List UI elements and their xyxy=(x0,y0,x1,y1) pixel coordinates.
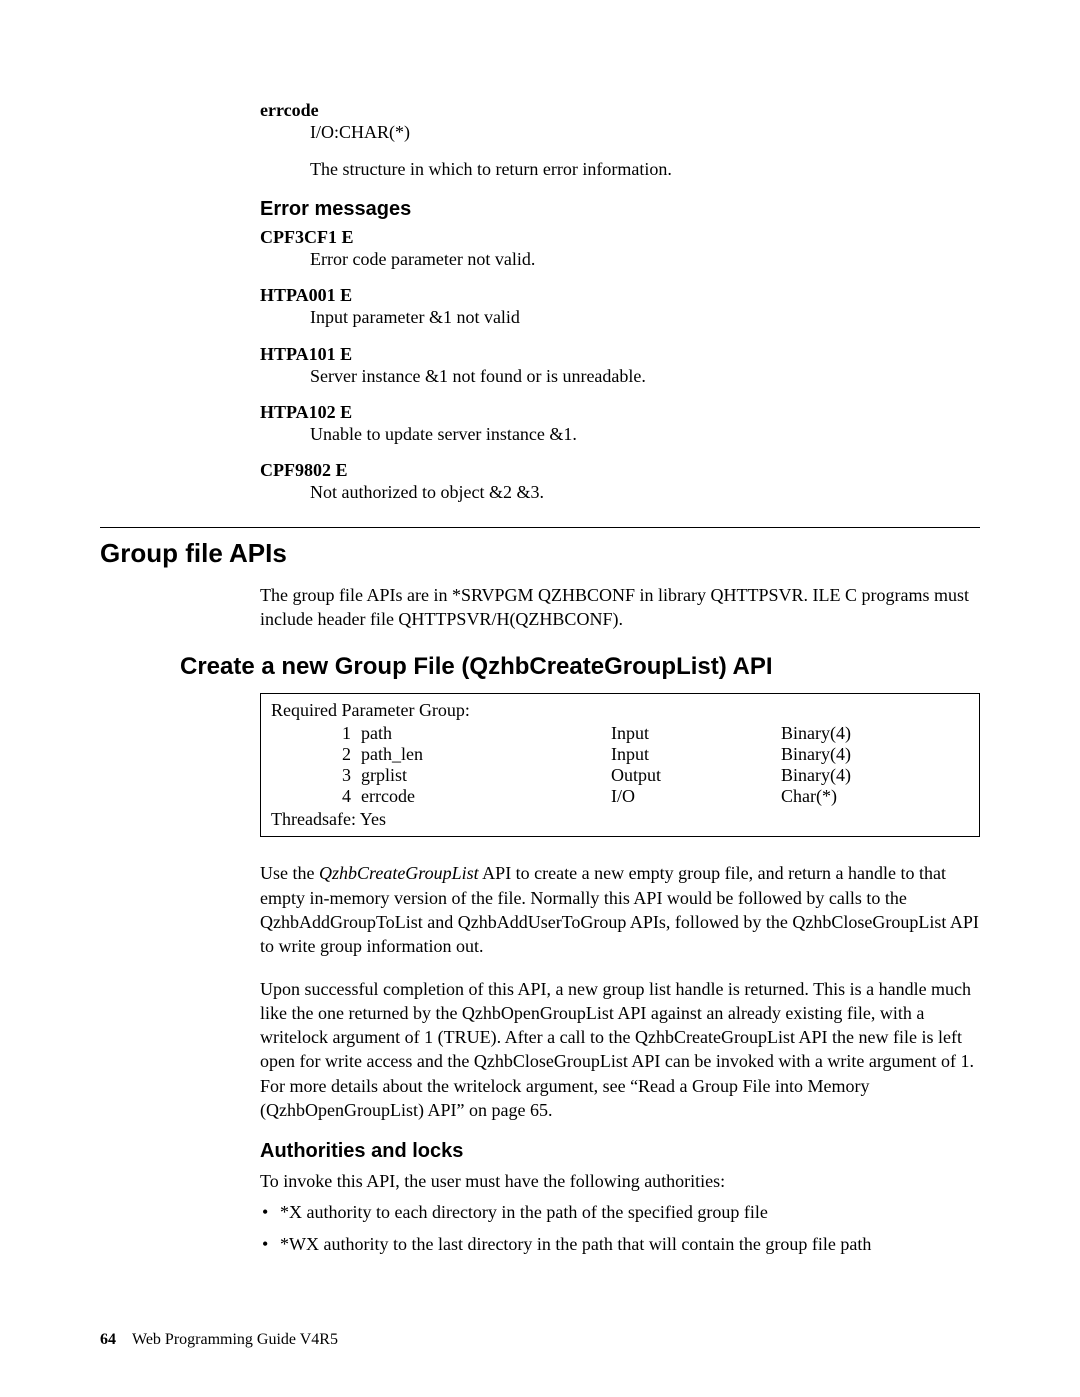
authorities-bullet: *X authority to each directory in the pa… xyxy=(260,1200,980,1224)
param-name: grplist xyxy=(361,765,611,786)
errmsg-code: HTPA101 E xyxy=(260,344,980,365)
error-messages-block: Error messages CPF3CF1 E Error code para… xyxy=(260,198,980,505)
param-io: Input xyxy=(611,744,781,765)
section-rule xyxy=(100,527,980,528)
authorities-list: *X authority to each directory in the pa… xyxy=(260,1200,980,1257)
authorities-heading: Authorities and locks xyxy=(260,1140,980,1163)
errcode-line1: I/O:CHAR(*) xyxy=(310,121,980,144)
create-api-para2: Upon successful completion of this API, … xyxy=(260,977,980,1123)
create-group-file-heading: Create a new Group File (QzhbCreateGroup… xyxy=(180,653,980,681)
param-row: 1 path Input Binary(4) xyxy=(271,723,969,744)
threadsafe-line: Threadsafe: Yes xyxy=(271,809,969,830)
para1-pre: Use the xyxy=(260,863,319,883)
errcode-line2: The structure in which to return error i… xyxy=(310,158,980,181)
error-messages-heading: Error messages xyxy=(260,198,980,221)
param-type: Binary(4) xyxy=(781,765,969,786)
param-num: 4 xyxy=(271,786,361,807)
errmsg-code: CPF9802 E xyxy=(260,460,980,481)
group-file-intro-block: The group file APIs are in *SRVPGM QZHBC… xyxy=(260,583,980,632)
create-api-para1: Use the QzhbCreateGroupList API to creat… xyxy=(260,861,980,958)
errmsg-code: HTPA001 E xyxy=(260,285,980,306)
errcode-block: errcode I/O:CHAR(*) The structure in whi… xyxy=(260,100,980,182)
param-io: I/O xyxy=(611,786,781,807)
authorities-intro: To invoke this API, the user must have t… xyxy=(260,1169,980,1193)
param-row: 2 path_len Input Binary(4) xyxy=(271,744,969,765)
page: errcode I/O:CHAR(*) The structure in whi… xyxy=(0,0,1080,1397)
errmsg-desc: Not authorized to object &2 &3. xyxy=(310,481,980,504)
errcode-term: errcode xyxy=(260,100,980,121)
param-io: Input xyxy=(611,723,781,744)
param-table-block: Required Parameter Group: 1 path Input B… xyxy=(260,693,980,1256)
group-file-apis-heading: Group file APIs xyxy=(100,538,980,569)
para1-api: QzhbCreateGroupList xyxy=(319,863,479,883)
param-io: Output xyxy=(611,765,781,786)
errmsg-desc: Error code parameter not valid. xyxy=(310,248,980,271)
param-num: 1 xyxy=(271,723,361,744)
errmsg-code: CPF3CF1 E xyxy=(260,227,980,248)
errcode-def: I/O:CHAR(*) The structure in which to re… xyxy=(310,121,980,182)
footer-title: Web Programming Guide V4R5 xyxy=(132,1331,338,1348)
param-name: errcode xyxy=(361,786,611,807)
param-type: Char(*) xyxy=(781,786,969,807)
param-type: Binary(4) xyxy=(781,723,969,744)
page-footer: 64 Web Programming Guide V4R5 xyxy=(100,1331,338,1349)
param-row: 3 grplist Output Binary(4) xyxy=(271,765,969,786)
param-table: Required Parameter Group: 1 path Input B… xyxy=(260,693,980,837)
param-table-title: Required Parameter Group: xyxy=(271,700,969,721)
param-num: 3 xyxy=(271,765,361,786)
param-type: Binary(4) xyxy=(781,744,969,765)
errmsg-desc: Server instance &1 not found or is unrea… xyxy=(310,365,980,388)
authorities-bullet: *WX authority to the last directory in t… xyxy=(260,1232,980,1256)
errmsg-desc: Input parameter &1 not valid xyxy=(310,306,980,329)
errmsg-code: HTPA102 E xyxy=(260,402,980,423)
page-number: 64 xyxy=(100,1331,116,1348)
group-file-intro: The group file APIs are in *SRVPGM QZHBC… xyxy=(260,583,980,632)
param-name: path_len xyxy=(361,744,611,765)
param-name: path xyxy=(361,723,611,744)
param-row: 4 errcode I/O Char(*) xyxy=(271,786,969,807)
param-num: 2 xyxy=(271,744,361,765)
errmsg-desc: Unable to update server instance &1. xyxy=(310,423,980,446)
